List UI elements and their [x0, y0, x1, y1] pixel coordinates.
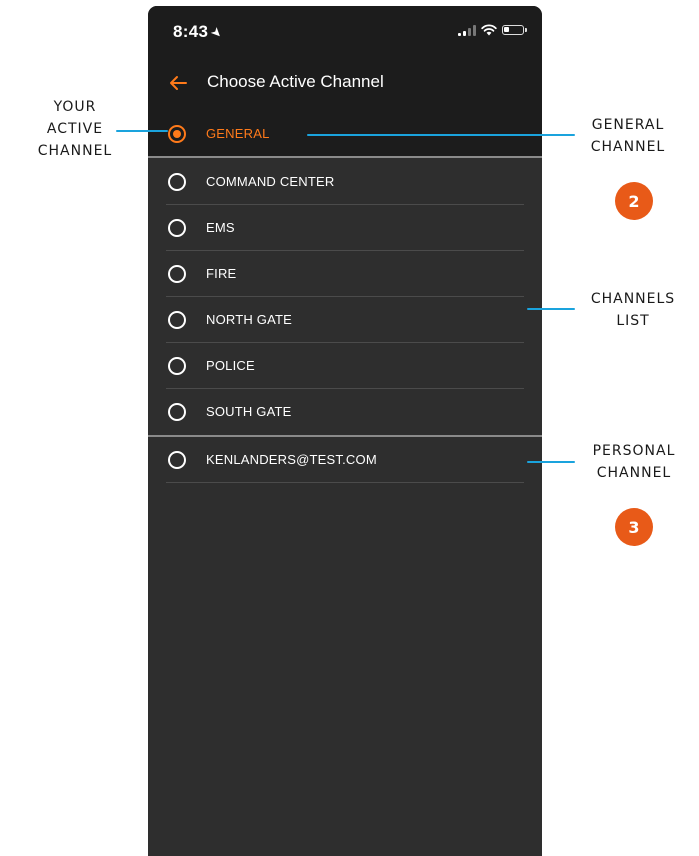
status-time: 8:43➤	[173, 22, 226, 42]
callout-line-text: CHANNEL	[596, 465, 672, 481]
callout-connector	[527, 461, 575, 463]
personal-channel-label: KENLANDERS@TEST.COM	[206, 452, 377, 467]
channel-label: EMS	[206, 220, 235, 235]
channel-label: NORTH GATE	[206, 312, 293, 327]
callout-line-text: LIST	[616, 313, 650, 329]
radio-icon[interactable]	[168, 451, 186, 469]
list-item[interactable]: SOUTH GATE	[148, 389, 542, 435]
radio-icon[interactable]	[168, 357, 186, 375]
signal-icon	[458, 24, 476, 36]
status-time-text: 8:43	[173, 22, 209, 41]
callout-line-text: YOUR	[53, 99, 97, 115]
section-divider	[148, 156, 542, 158]
channel-label: FIRE	[206, 266, 237, 281]
radio-icon[interactable]	[168, 173, 186, 191]
channel-label: POLICE	[206, 358, 255, 373]
step-badge-3: 3	[615, 508, 653, 546]
step-badge-2: 2	[615, 182, 653, 220]
callout-line-text: PERSONAL	[592, 443, 676, 459]
list-item[interactable]: EMS	[148, 205, 542, 251]
status-icons	[458, 24, 527, 36]
channel-label: SOUTH GATE	[206, 404, 292, 419]
callout-your-active-channel: YOUR ACTIVE CHANNEL	[20, 96, 130, 162]
page-title: Choose Active Channel	[207, 72, 384, 91]
callout-connector	[527, 308, 575, 310]
list-item[interactable]: FIRE	[148, 251, 542, 297]
radio-icon[interactable]	[168, 219, 186, 237]
radio-icon[interactable]	[168, 403, 186, 421]
list-item[interactable]: NORTH GATE	[148, 297, 542, 343]
callout-personal-channel: PERSONAL CHANNEL	[578, 440, 690, 484]
callout-channels-list: CHANNELS LIST	[578, 288, 688, 332]
callout-line-text: CHANNEL	[37, 143, 113, 159]
radio-icon[interactable]	[168, 265, 186, 283]
callout-line-text: CHANNEL	[590, 139, 666, 155]
radio-icon[interactable]	[168, 311, 186, 329]
radio-selected-icon[interactable]	[168, 125, 186, 143]
active-channel-label: GENERAL	[206, 126, 270, 141]
callout-line-text: GENERAL	[591, 117, 665, 133]
callout-general-channel: GENERAL CHANNEL	[578, 114, 678, 158]
callout-connector	[307, 134, 575, 136]
back-arrow-icon[interactable]	[166, 71, 190, 95]
callout-connector	[116, 130, 168, 132]
row-separator	[166, 482, 524, 483]
channel-label: COMMAND CENTER	[206, 174, 335, 189]
callout-line-text: CHANNELS	[590, 291, 676, 307]
list-item[interactable]: POLICE	[148, 343, 542, 389]
callout-line-text: ACTIVE	[46, 121, 104, 137]
battery-icon	[502, 25, 527, 35]
list-item[interactable]: COMMAND CENTER	[148, 159, 542, 205]
personal-channel-row[interactable]: KENLANDERS@TEST.COM	[148, 437, 542, 483]
wifi-icon	[481, 24, 497, 36]
location-arrow-icon: ➤	[207, 23, 227, 42]
